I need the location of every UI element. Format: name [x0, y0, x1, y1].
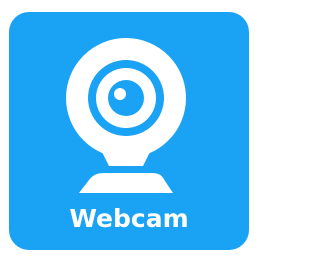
- app-label: Webcam: [69, 204, 189, 233]
- camera-neck: [102, 152, 150, 166]
- lens-highlight: [114, 88, 126, 100]
- lens-iris: [108, 80, 144, 116]
- camera-stand: [79, 173, 173, 193]
- webcam-app-tile[interactable]: Webcam: [9, 12, 249, 250]
